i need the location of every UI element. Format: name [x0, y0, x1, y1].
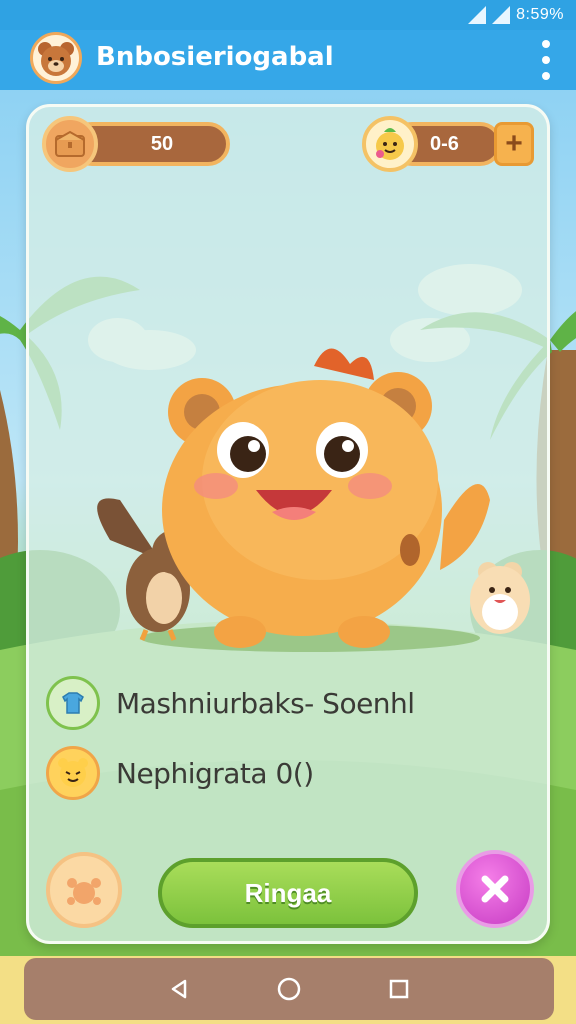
orange-creature-character [162, 348, 490, 648]
status-bar: 8:59% [0, 0, 576, 30]
shirt-icon [46, 676, 100, 730]
app-bar: Bnbosieriogabal [0, 30, 576, 90]
paw-button[interactable] [46, 852, 122, 928]
close-icon [481, 875, 509, 903]
paw-icon [67, 878, 101, 905]
info-row-companion: Nephigrata 0() [46, 746, 314, 800]
tiger-face-icon [46, 746, 100, 800]
info-text: Mashniurbaks- Soenhl [116, 686, 415, 720]
wifi-icon [492, 6, 511, 24]
app-title: Bnbosieriogabal [96, 42, 334, 72]
close-button[interactable] [456, 850, 534, 928]
status-indicators: 8:59% [468, 6, 564, 24]
system-nav-bar [24, 958, 554, 1020]
bear-avatar-icon[interactable] [30, 32, 82, 84]
more-vert-icon[interactable] [540, 40, 552, 80]
status-time: 8:59% [516, 6, 564, 23]
home-circle-icon[interactable] [269, 969, 309, 1009]
add-gems-button[interactable]: + [494, 122, 534, 166]
gems-value: 0-6 [430, 132, 459, 155]
back-triangle-icon[interactable] [159, 969, 199, 1009]
recents-square-icon[interactable] [379, 969, 419, 1009]
treasure-chest-icon [42, 116, 98, 172]
info-row-outfit: Mashniurbaks- Soenhl [46, 676, 415, 730]
coins-value: 50 [150, 132, 174, 155]
hamster-character [470, 562, 530, 634]
info-text: Nephigrata 0() [116, 756, 314, 790]
pet-scene [97, 348, 530, 652]
fruit-character-icon [362, 116, 418, 172]
main-action-button[interactable]: Ringaa [158, 858, 418, 928]
signal-icon [468, 6, 487, 24]
